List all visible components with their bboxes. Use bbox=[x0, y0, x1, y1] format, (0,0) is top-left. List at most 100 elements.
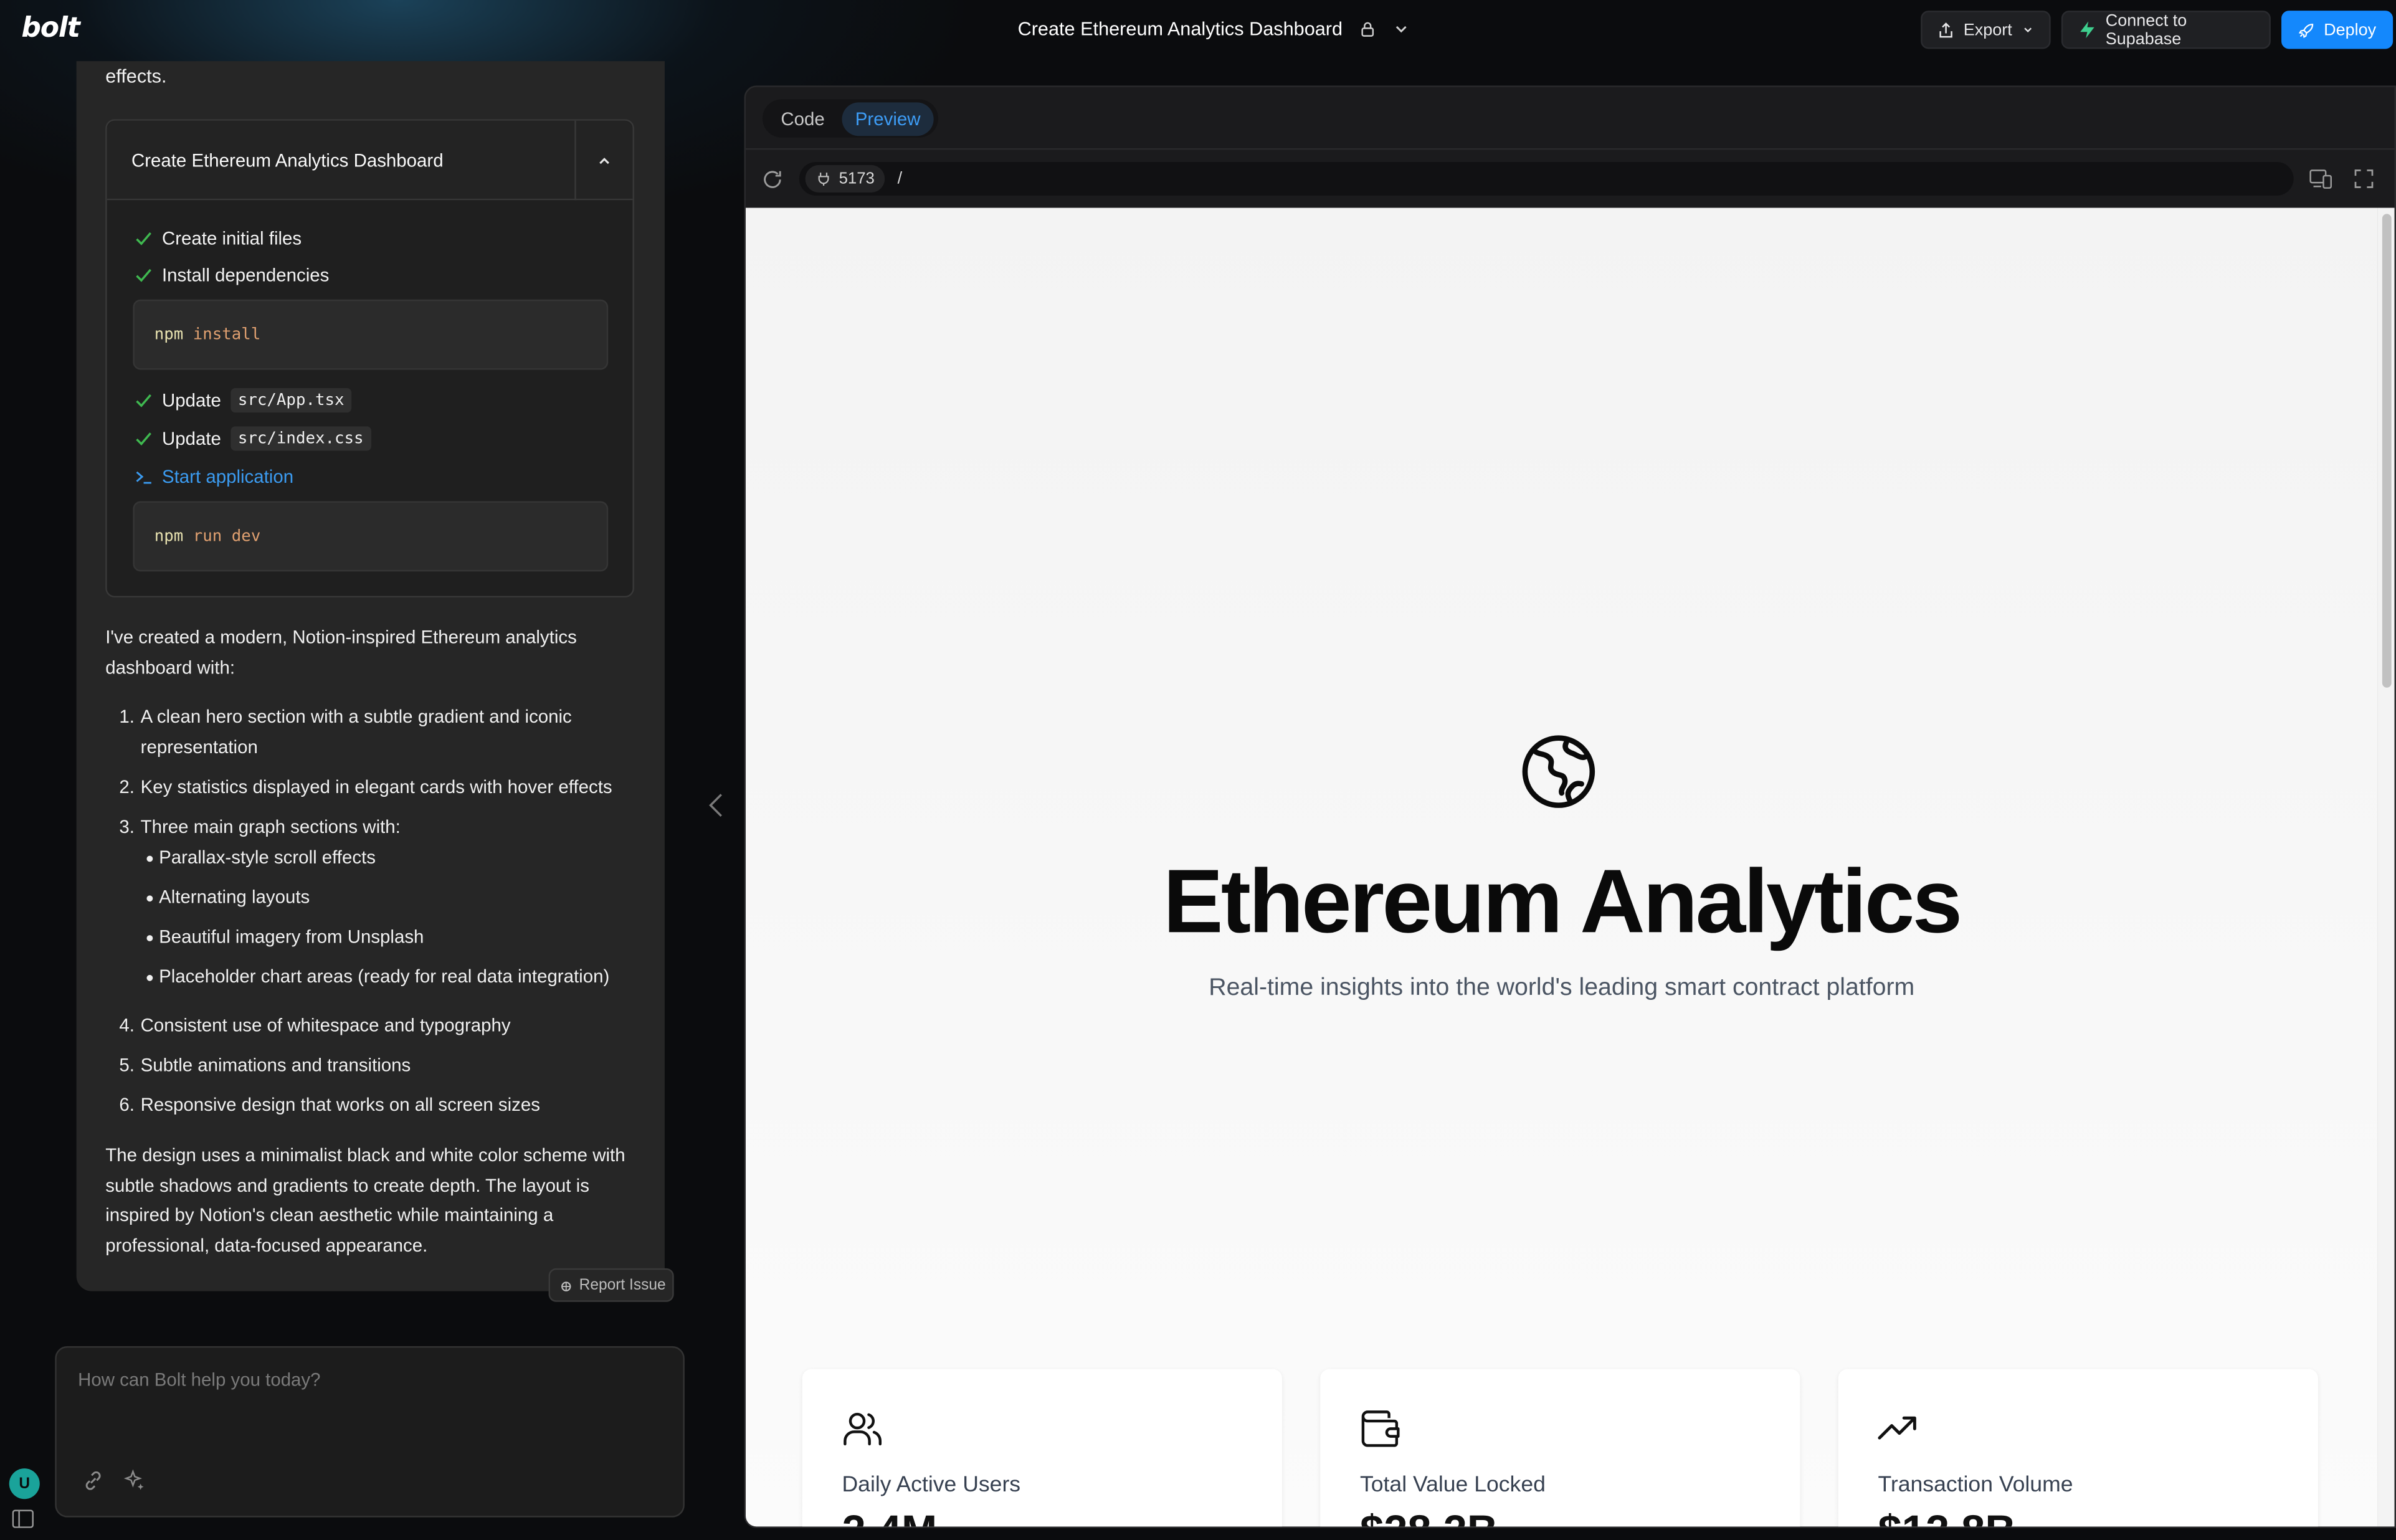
stat-value: $28.2B bbox=[1360, 1506, 1498, 1526]
chevron-up-icon bbox=[599, 156, 609, 164]
check-icon bbox=[136, 232, 151, 245]
app-window: bolt Create Ethereum Analytics Dashboard… bbox=[0, 0, 2396, 1540]
report-issue-button[interactable]: Report Issue bbox=[548, 1268, 674, 1302]
message-text-fragment: effects. bbox=[105, 65, 167, 87]
step-start-application[interactable]: Start application bbox=[135, 466, 293, 487]
report-issue-label: Report Issue bbox=[579, 1276, 666, 1294]
step-install-deps: Install dependencies bbox=[135, 264, 330, 286]
hero-subtitle: Real-time insights into the world's lead… bbox=[1209, 974, 1915, 1001]
tab-code[interactable]: Code bbox=[767, 102, 839, 135]
sublist-item: Placeholder chart areas (ready for real … bbox=[146, 966, 610, 987]
lock-icon bbox=[1361, 22, 1374, 37]
artifact-title: Create Ethereum Analytics Dashboard bbox=[131, 150, 444, 171]
workbench-panel: Code Preview 5173 / Ethereum Analytics R… bbox=[744, 85, 2396, 1528]
stat-label: Daily Active Users bbox=[842, 1473, 1021, 1498]
bolt-logo[interactable]: bolt bbox=[21, 12, 80, 45]
step-label: Create initial files bbox=[161, 227, 302, 249]
deploy-button[interactable]: Deploy bbox=[2281, 11, 2394, 49]
address-bar[interactable]: 5173 / bbox=[799, 161, 2294, 196]
url-path: / bbox=[897, 169, 903, 188]
users-icon bbox=[844, 1412, 882, 1446]
export-button[interactable]: Export bbox=[1921, 11, 2051, 49]
scrollbar[interactable] bbox=[2377, 207, 2395, 1527]
check-icon bbox=[136, 269, 151, 282]
step-update-css: Update src/index.css bbox=[135, 426, 371, 451]
stat-label: Total Value Locked bbox=[1359, 1473, 1546, 1498]
rocket-icon bbox=[2298, 22, 2314, 37]
message-outro: The design uses a minimalist black and w… bbox=[105, 1144, 625, 1255]
connect-supabase-button[interactable]: Connect to Supabase bbox=[2061, 11, 2271, 49]
code-block-dev: npm run dev bbox=[133, 501, 609, 572]
code-command: npm bbox=[154, 325, 184, 344]
step-create-files: Create initial files bbox=[135, 227, 302, 249]
supabase-label: Connect to Supabase bbox=[2105, 11, 2187, 49]
avatar[interactable]: U bbox=[9, 1468, 40, 1500]
artifact-panel: Create Ethereum Analytics Dashboard Crea… bbox=[105, 119, 634, 598]
sidebar-toggle-icon[interactable] bbox=[12, 1509, 34, 1528]
stat-card[interactable]: Total Value Locked $28.2B bbox=[1320, 1369, 1800, 1527]
scrollbar-thumb[interactable] bbox=[2382, 214, 2392, 688]
sparkles-icon[interactable] bbox=[122, 1468, 146, 1493]
deploy-label: Deploy bbox=[2324, 21, 2377, 39]
trending-up-icon bbox=[1878, 1416, 1916, 1440]
export-label: Export bbox=[1963, 21, 2012, 39]
wallet-icon bbox=[1361, 1410, 1400, 1447]
step-label: Update bbox=[161, 427, 221, 450]
sublist-item: Beautiful imagery from Unsplash bbox=[146, 926, 424, 948]
stat-value: 2.4M bbox=[842, 1506, 937, 1526]
project-title-menu[interactable]: Create Ethereum Analytics Dashboard bbox=[1017, 18, 1410, 40]
check-icon bbox=[136, 394, 151, 407]
preview-toolbar: 5173 / bbox=[745, 148, 2395, 206]
file-path[interactable]: src/index.css bbox=[230, 426, 371, 451]
check-icon bbox=[136, 432, 151, 446]
prompt-input[interactable] bbox=[78, 1369, 659, 1391]
list-text: A clean hero section with a subtle gradi… bbox=[140, 706, 572, 758]
supabase-icon bbox=[2080, 21, 2094, 39]
list-number: 1. bbox=[119, 706, 135, 728]
step-update-app: Update src/App.tsx bbox=[135, 388, 352, 413]
list-text: Subtle animations and transitions bbox=[140, 1054, 411, 1076]
chevron-left-icon[interactable] bbox=[706, 792, 727, 819]
list-number: 2. bbox=[119, 776, 135, 798]
globe-icon bbox=[1522, 735, 1595, 808]
list-number: 6. bbox=[119, 1094, 135, 1116]
list-text: Key statistics displayed in elegant card… bbox=[140, 776, 612, 798]
view-tabs: Code Preview bbox=[762, 99, 939, 138]
tab-preview[interactable]: Preview bbox=[841, 102, 934, 136]
step-label: Start application bbox=[161, 466, 294, 488]
list-text: Three main graph sections with: bbox=[140, 815, 401, 838]
stat-card[interactable]: Daily Active Users 2.4M bbox=[802, 1369, 1282, 1527]
code-command: npm bbox=[154, 527, 184, 546]
port-selector[interactable]: 5173 bbox=[805, 164, 886, 193]
chevron-down-icon[interactable] bbox=[1392, 20, 1410, 38]
code-argument: run dev bbox=[193, 527, 261, 546]
share-icon bbox=[1939, 21, 1952, 37]
code-block-install: npm install bbox=[133, 299, 609, 370]
stat-value: $12.8B bbox=[1878, 1506, 2015, 1526]
device-toggle-icon[interactable] bbox=[2309, 168, 2333, 189]
project-title: Create Ethereum Analytics Dashboard bbox=[1017, 18, 1343, 40]
list-text: Responsive design that works on all scre… bbox=[140, 1094, 540, 1116]
hero-title: Ethereum Analytics bbox=[1162, 851, 1962, 953]
artifact-header[interactable]: Create Ethereum Analytics Dashboard bbox=[107, 120, 633, 201]
step-label: Install dependencies bbox=[161, 264, 330, 286]
artifact-collapse-button[interactable] bbox=[574, 120, 632, 201]
reload-icon[interactable] bbox=[761, 168, 784, 191]
chevron-down-icon bbox=[2023, 27, 2032, 33]
list-number: 4. bbox=[119, 1014, 135, 1036]
link-icon[interactable] bbox=[81, 1468, 105, 1493]
file-path[interactable]: src/App.tsx bbox=[230, 388, 352, 413]
message-intro: I've created a modern, Notion-inspired E… bbox=[105, 626, 577, 678]
prompt-box bbox=[55, 1346, 685, 1518]
fullscreen-icon[interactable] bbox=[2352, 168, 2376, 189]
sublist-item: Alternating layouts bbox=[146, 886, 310, 908]
plug-icon bbox=[818, 173, 829, 186]
sublist-item: Parallax-style scroll effects bbox=[146, 846, 376, 868]
code-argument: install bbox=[193, 325, 261, 344]
list-number: 3. bbox=[119, 815, 135, 838]
bug-icon bbox=[561, 1281, 571, 1291]
list-text: Consistent use of whitespace and typogra… bbox=[140, 1014, 511, 1036]
stat-label: Transaction Volume bbox=[1878, 1473, 2073, 1498]
port-number: 5173 bbox=[839, 169, 875, 188]
stat-card[interactable]: Transaction Volume $12.8B bbox=[1838, 1369, 2318, 1527]
